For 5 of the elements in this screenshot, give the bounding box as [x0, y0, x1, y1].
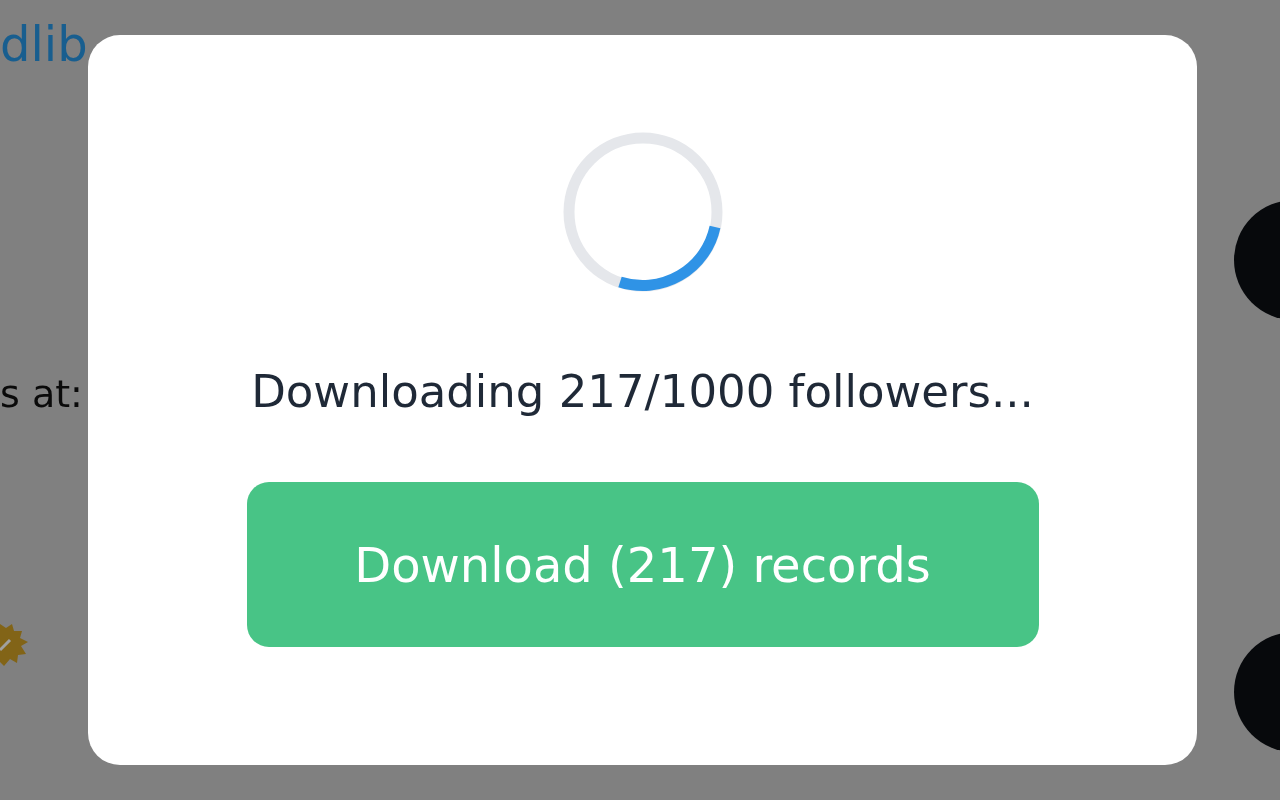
status-message: Downloading 217/1000 followers...	[251, 365, 1034, 418]
link-text[interactable]: dlib	[0, 16, 88, 72]
download-button[interactable]: Download (217) records	[246, 482, 1039, 647]
badge-icon	[0, 624, 30, 668]
body-text: s at:	[0, 372, 83, 416]
